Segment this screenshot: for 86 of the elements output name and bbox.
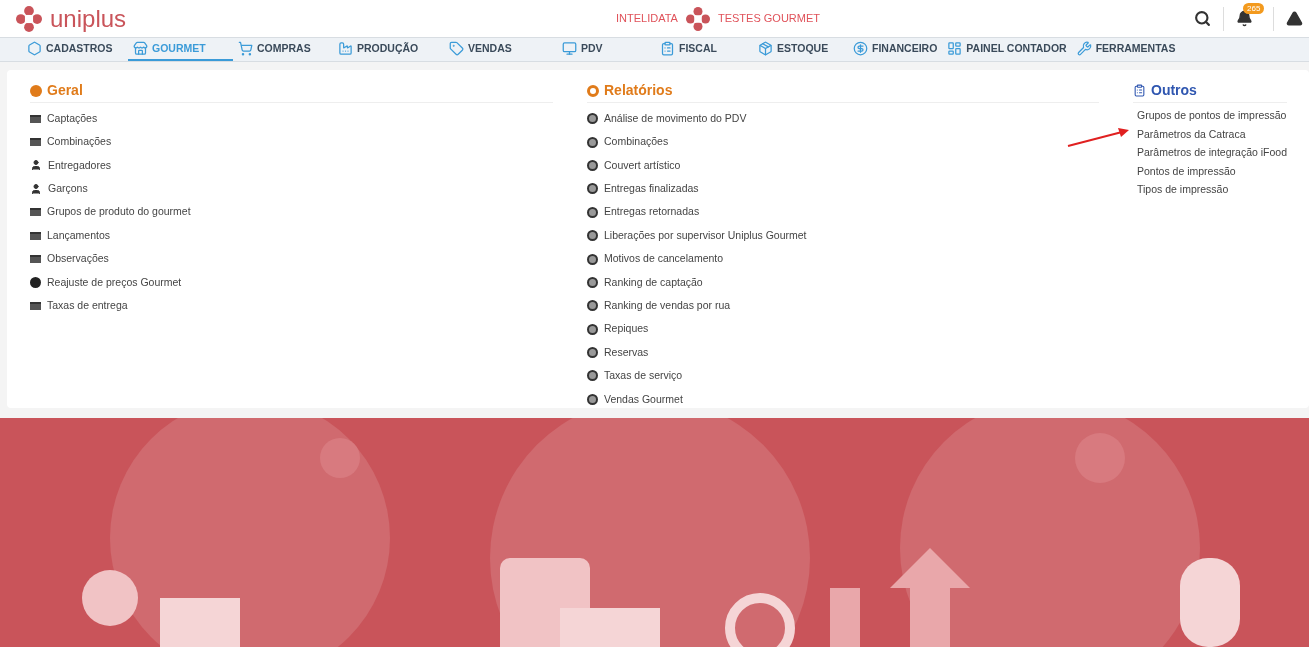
menu-link[interactable]: Entregas retornadas [604, 204, 700, 221]
factory-icon [338, 41, 353, 56]
report-icon [587, 276, 598, 288]
menu-link[interactable]: Vendas Gourmet [604, 391, 683, 408]
report-icon [587, 113, 598, 125]
menu-link[interactable]: Entregas finalizadas [604, 181, 699, 197]
dollar-icon [30, 276, 41, 288]
environment-name: TESTES GOURMET [717, 11, 820, 27]
menu-link[interactable]: Grupos de produto do gourmet [47, 204, 191, 221]
flower-logo-icon [16, 5, 42, 32]
menu-link[interactable]: Taxas de entrega [47, 297, 128, 314]
menu-link[interactable]: Captações [47, 110, 98, 127]
nav-tab[interactable]: PAINEL CONTADOR [942, 38, 1072, 61]
menu-link[interactable]: Análise de movimento do PDV [604, 110, 747, 127]
list-icon [30, 114, 41, 123]
warning-icon[interactable] [1286, 10, 1303, 27]
nav-tab[interactable]: PRODUÇÃO [333, 38, 444, 61]
nav-tab[interactable]: FINANCEIRO [848, 38, 943, 61]
menu-link[interactable]: Lançamentos [47, 227, 111, 244]
clipboard-icon [1133, 84, 1146, 97]
package-icon [758, 41, 773, 56]
nav-tab[interactable]: FISCAL [655, 38, 753, 61]
list-icon [30, 208, 41, 217]
menu-link[interactable]: Taxas de serviço [604, 368, 683, 384]
bell-icon[interactable] [1236, 10, 1253, 27]
wrench-icon [1076, 41, 1092, 56]
section-title: Geral [47, 81, 83, 100]
nav-tab[interactable]: ESTOQUE [753, 38, 848, 61]
menu-link[interactable]: Entregadores [48, 157, 112, 174]
list-icon [30, 255, 41, 264]
dashboard-icon [947, 41, 963, 56]
nav-tab[interactable]: COMPRAS [233, 38, 333, 61]
section-title: Relatórios [604, 81, 673, 100]
menu-link[interactable]: Combinações [47, 134, 112, 150]
coin-icon [30, 84, 42, 97]
brand-name: uniplus [50, 6, 127, 31]
menu-link[interactable]: Parâmetros da Catraca [1137, 126, 1246, 143]
menu-link[interactable]: Ranking de vendas por rua [604, 297, 731, 314]
report-icon [587, 323, 598, 335]
menu-link[interactable]: Liberações por supervisor Uniplus Gourmet [604, 227, 807, 244]
nav-tab[interactable]: VENDAS [444, 38, 557, 61]
company-name: INTELIDATA [616, 11, 678, 27]
menu-link[interactable]: Pontos de impressão [1137, 163, 1236, 180]
store-icon [133, 41, 148, 56]
nav-tab[interactable]: CADASTROS [22, 38, 128, 61]
flower-logo-icon [685, 6, 710, 31]
report-icon [587, 370, 598, 382]
nav-tab[interactable]: FERRAMENTAS [1071, 38, 1181, 61]
person-icon [30, 182, 42, 195]
menu-link[interactable]: Reajuste de preços Gourmet [47, 274, 182, 291]
hexagon-icon [27, 41, 42, 56]
menu-link[interactable]: Combinações [604, 134, 669, 150]
report-icon [587, 84, 599, 97]
menu-link[interactable]: Couvert artístico [604, 157, 681, 174]
menu-link[interactable]: Observações [47, 251, 109, 267]
report-icon [587, 393, 598, 405]
report-icon [587, 206, 598, 218]
report-icon [587, 159, 598, 171]
report-icon [587, 183, 598, 195]
menu-link[interactable]: Parâmetros de integração iFood [1137, 145, 1287, 162]
dollar-icon [853, 41, 868, 56]
menu-link[interactable]: Motivos de cancelamento [604, 251, 724, 267]
list-icon [30, 138, 41, 147]
menu-link[interactable]: Tipos de impressão [1137, 182, 1229, 199]
search-icon[interactable] [1194, 10, 1211, 27]
list-icon [30, 231, 41, 240]
menu-link[interactable]: Repiques [604, 321, 649, 338]
cart-icon [238, 41, 253, 56]
section-title: Outros [1151, 81, 1197, 100]
report-icon [587, 300, 598, 312]
tag-icon [449, 41, 464, 56]
report-icon [587, 347, 598, 359]
person-icon [30, 159, 42, 172]
report-icon [587, 253, 598, 265]
list-icon [30, 301, 41, 310]
menu-link[interactable]: Reservas [604, 344, 649, 361]
menu-link[interactable]: Ranking de captação [604, 274, 703, 291]
clipboard-icon [660, 41, 675, 56]
menu-link[interactable]: Garçons [48, 181, 88, 197]
monitor-icon [562, 41, 577, 56]
report-icon [587, 230, 598, 242]
annotation-arrow-icon [1066, 127, 1130, 148]
notification-badge: 265 [1243, 3, 1265, 14]
nav-tab[interactable]: PDV [557, 38, 655, 61]
menu-link[interactable]: Grupos de pontos de impressão [1137, 108, 1287, 125]
report-icon [587, 136, 598, 148]
